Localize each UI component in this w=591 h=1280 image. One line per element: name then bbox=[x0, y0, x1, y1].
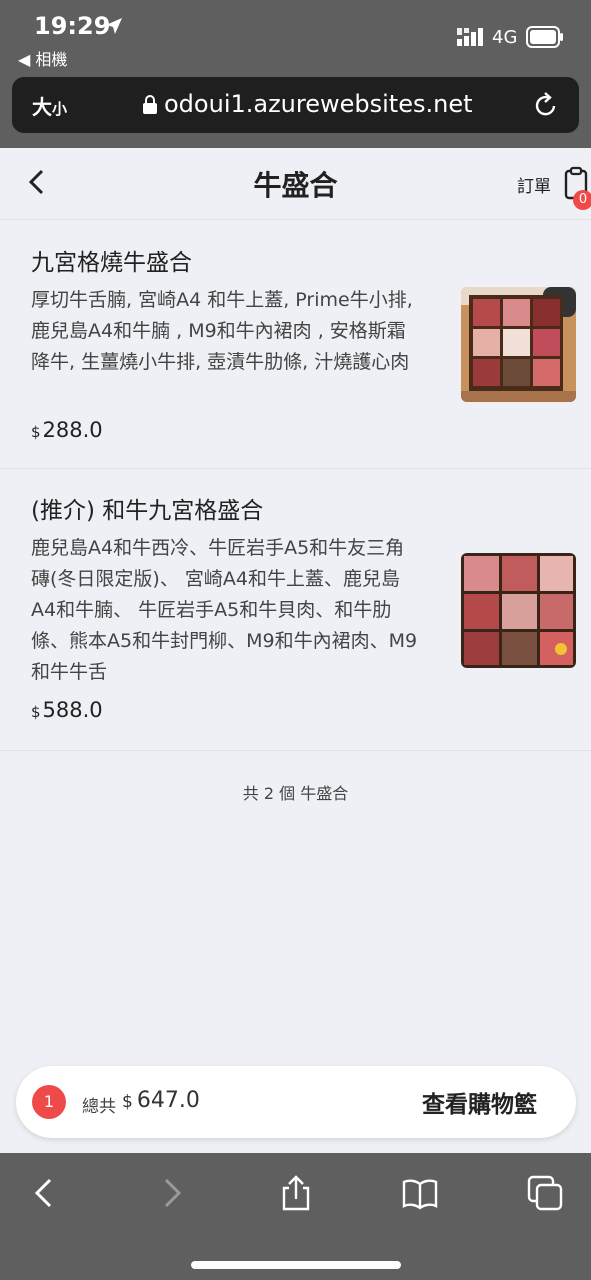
location-arrow-icon bbox=[106, 18, 122, 34]
back-icon[interactable] bbox=[26, 1175, 62, 1211]
forward-icon[interactable] bbox=[154, 1175, 190, 1211]
cart-total-label: 總共 bbox=[82, 1097, 116, 1117]
browser-toolbar bbox=[0, 1153, 591, 1280]
item-photo[interactable] bbox=[461, 287, 576, 402]
orders-link[interactable]: 訂單 bbox=[517, 172, 551, 197]
cart-bar[interactable]: 1 總共 $647.0 查看購物籃 bbox=[16, 1066, 576, 1138]
list-item[interactable]: (推介) 和牛九宮格盛合 鹿兒島A4和牛西冷、牛匠岩手A5和牛友三角磚(冬日限定… bbox=[0, 469, 591, 751]
view-cart-button[interactable]: 查看購物籃 bbox=[422, 1085, 537, 1119]
cart-total-value: 647.0 bbox=[136, 1088, 200, 1113]
page-header: 牛盛合 訂單 0 bbox=[0, 148, 591, 220]
tabs-icon[interactable] bbox=[527, 1175, 563, 1211]
url-display[interactable]: odoui1.azurewebsites.net bbox=[142, 90, 473, 118]
currency-symbol: $ bbox=[31, 703, 41, 721]
page-content: 牛盛合 訂單 0 九宮格燒牛盛合 厚切牛舌腩, 宮崎A4 和牛上蓋, Prime… bbox=[0, 148, 591, 1153]
url-text: odoui1.azurewebsites.net bbox=[164, 90, 473, 118]
item-name: 九宮格燒牛盛合 bbox=[31, 250, 192, 276]
text-size-button[interactable]: 大小 bbox=[32, 91, 67, 120]
text-size-small-label: 小 bbox=[52, 100, 68, 118]
lock-icon bbox=[143, 95, 157, 114]
share-icon[interactable] bbox=[278, 1175, 314, 1211]
battery-icon bbox=[526, 26, 563, 48]
item-count-text: 共 2 個 牛盛合 bbox=[242, 784, 349, 803]
price-value: 288.0 bbox=[42, 418, 103, 442]
item-price: $288.0 bbox=[31, 418, 103, 442]
reload-icon[interactable] bbox=[533, 91, 559, 119]
signal-icon bbox=[457, 28, 483, 46]
text-size-label: 大 bbox=[32, 95, 52, 119]
currency-symbol: $ bbox=[31, 423, 41, 441]
address-bar[interactable]: 大小 odoui1.azurewebsites.net bbox=[12, 77, 579, 133]
price-value: 588.0 bbox=[42, 698, 103, 722]
network-type: 4G bbox=[492, 27, 518, 48]
status-time: 19:29 bbox=[34, 12, 111, 40]
page-title: 牛盛合 bbox=[253, 169, 338, 202]
home-indicator[interactable] bbox=[191, 1261, 401, 1269]
orders-count-badge: 0 bbox=[573, 190, 591, 210]
item-photo[interactable] bbox=[461, 553, 576, 668]
currency-symbol: $ bbox=[122, 1092, 133, 1112]
item-description: 鹿兒島A4和牛西冷、牛匠岩手A5和牛友三角磚(冬日限定版)、 宮崎A4和牛上蓋、… bbox=[31, 537, 418, 683]
cart-count-badge: 1 bbox=[32, 1085, 66, 1119]
cart-total: $647.0 bbox=[122, 1088, 200, 1113]
status-bar: 19:29 ◀ 相機 4G bbox=[0, 0, 591, 76]
item-description: 厚切牛舌腩, 宮崎A4 和牛上蓋, Prime牛小排, 鹿兒島A4和牛腩 , M… bbox=[31, 289, 413, 373]
bookmarks-icon[interactable] bbox=[402, 1175, 438, 1211]
back-to-app-link[interactable]: ◀ 相機 bbox=[18, 46, 67, 70]
item-name: (推介) 和牛九宮格盛合 bbox=[31, 498, 264, 524]
list-item[interactable]: 九宮格燒牛盛合 厚切牛舌腩, 宮崎A4 和牛上蓋, Prime牛小排, 鹿兒島A… bbox=[0, 221, 591, 469]
item-price: $588.0 bbox=[31, 698, 103, 722]
